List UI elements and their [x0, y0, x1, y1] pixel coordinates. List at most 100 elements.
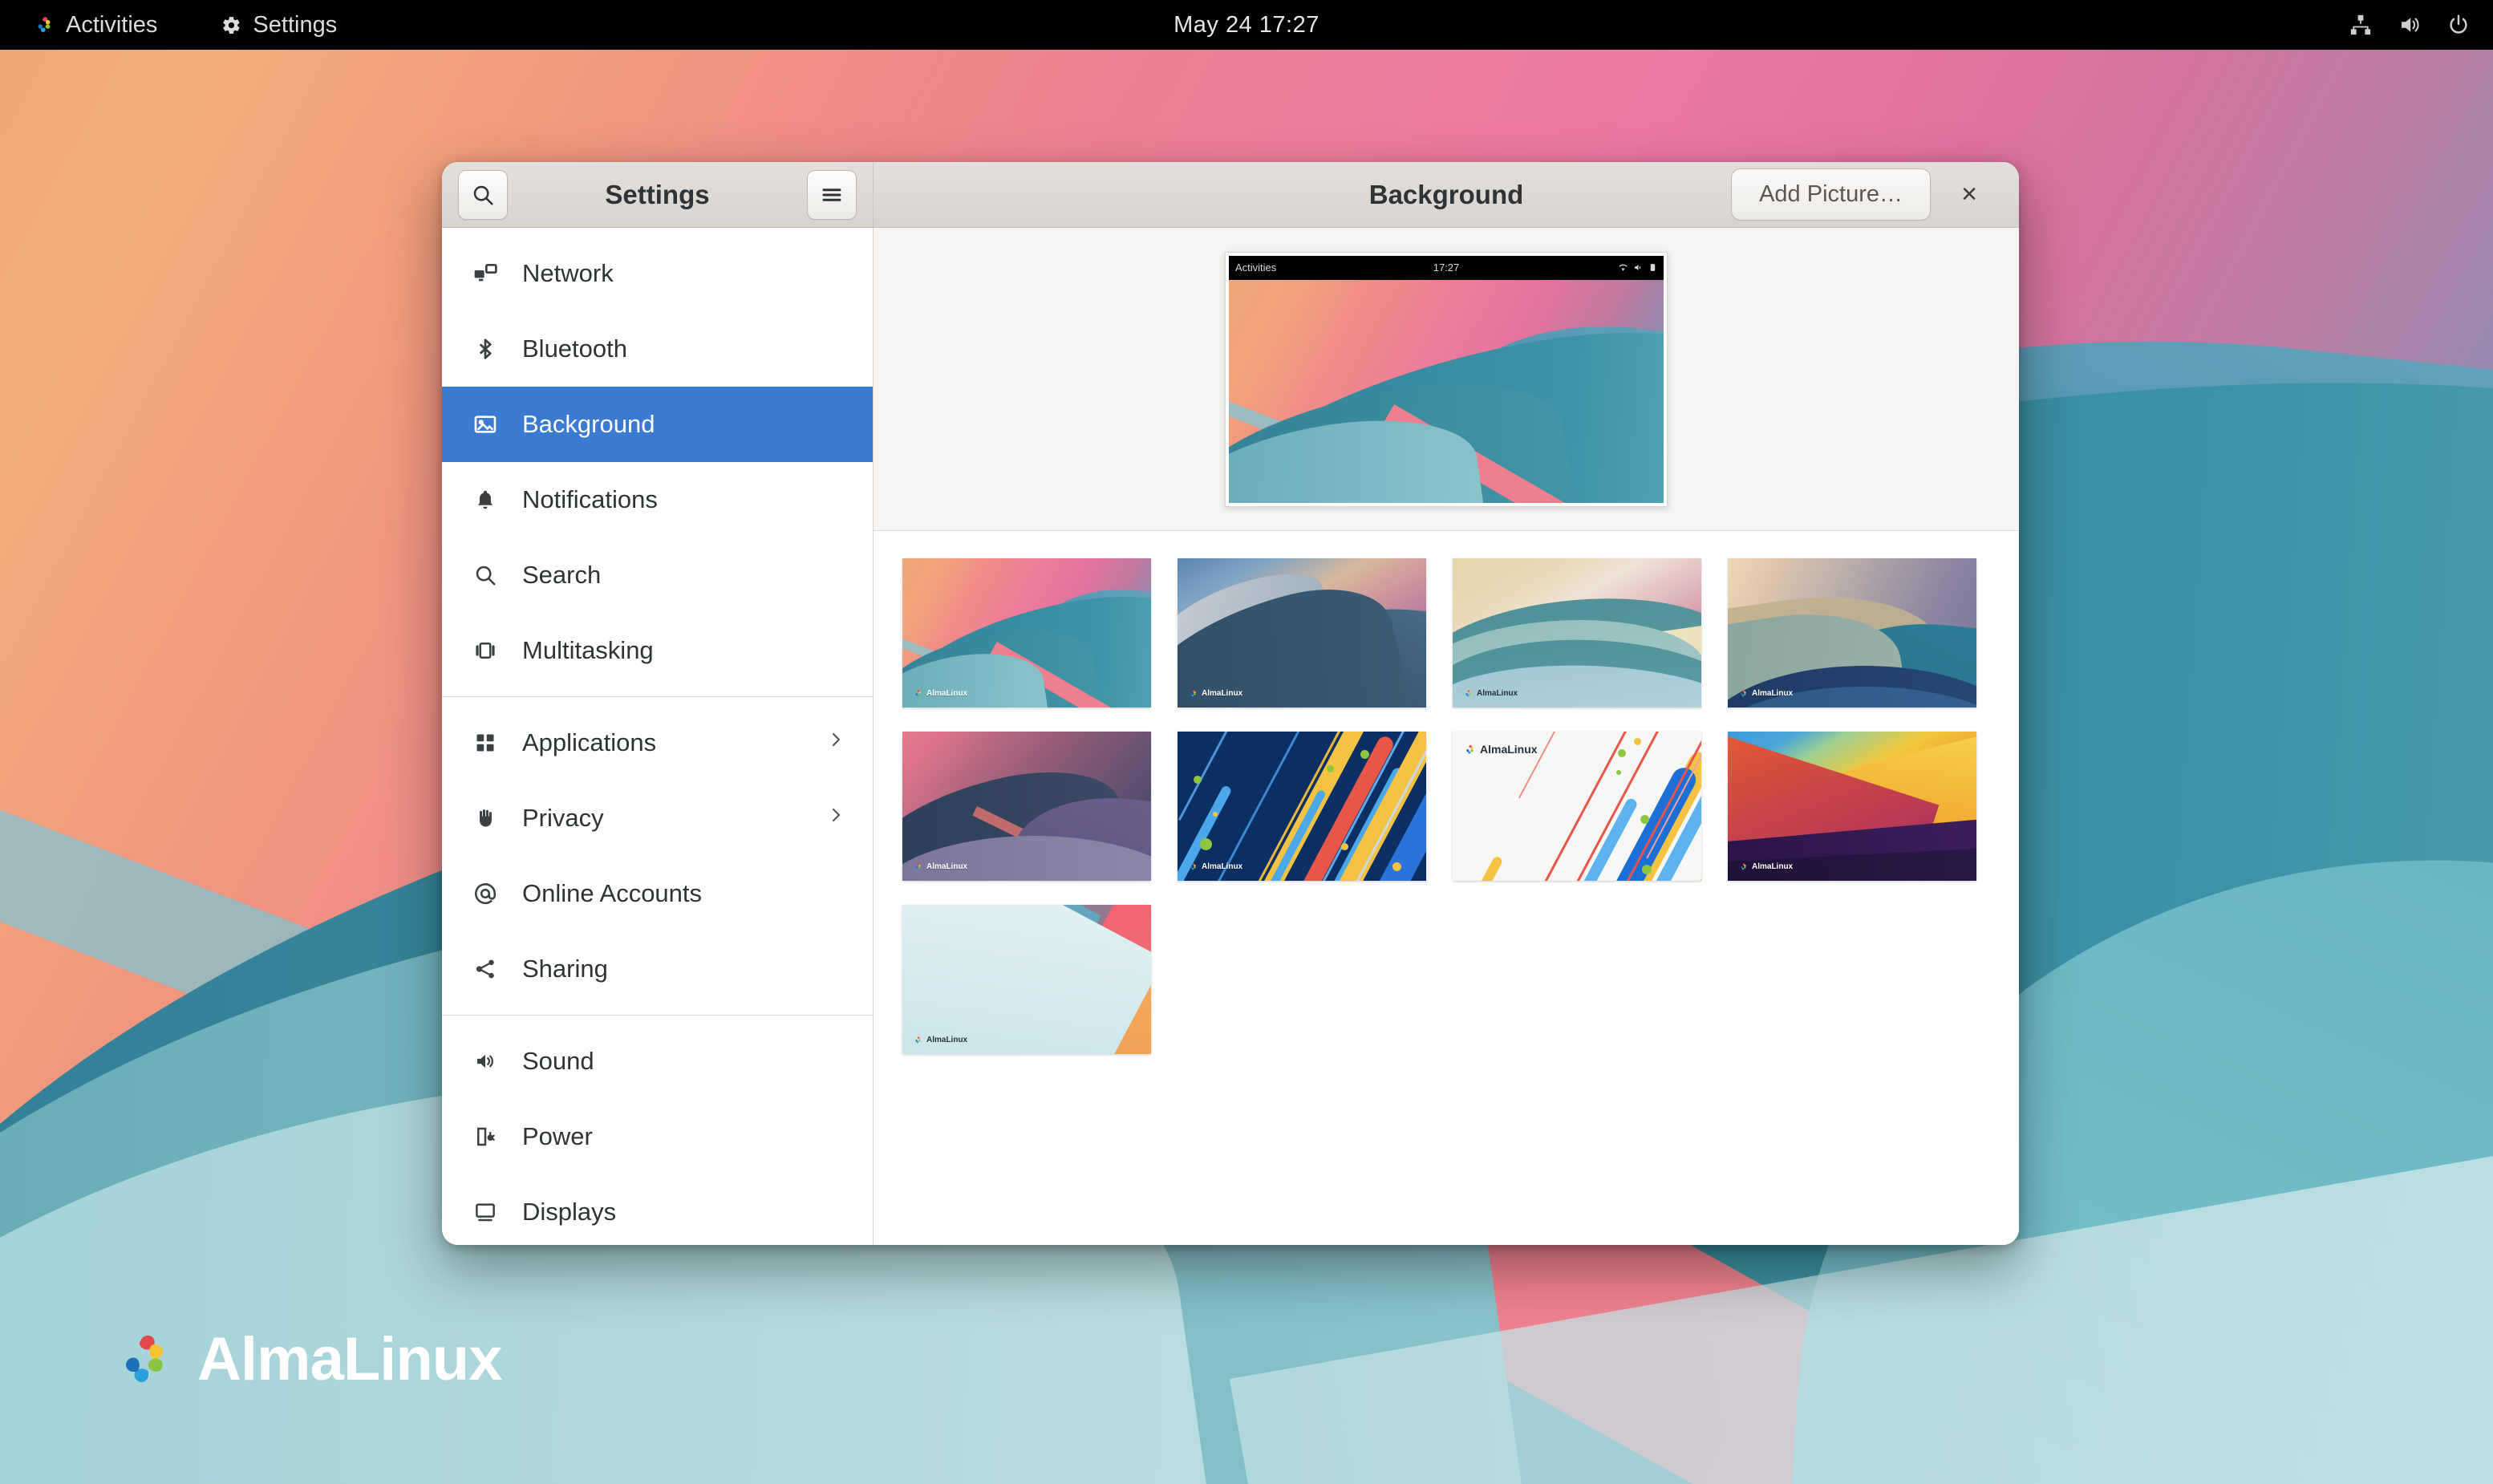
battery-power-icon	[469, 1125, 501, 1149]
sidebar-item-label: Sharing	[522, 955, 845, 983]
thumb-watermark: AlmaLinux	[1189, 862, 1242, 871]
thumb-watermark-label: AlmaLinux	[1202, 862, 1242, 871]
preview-clock: 17:27	[1229, 262, 1664, 274]
background-preview-area: Activities 17:27	[874, 228, 2019, 531]
sidebar-item-sound[interactable]: Sound	[442, 1024, 873, 1099]
power-icon[interactable]	[2446, 13, 2471, 37]
sidebar-item-notifications[interactable]: Notifications	[442, 462, 873, 537]
topbar-activities-button[interactable]: Activities	[24, 7, 167, 43]
preview-wallpaper	[1229, 280, 1664, 503]
close-button[interactable]: ×	[1948, 174, 1990, 216]
thumb-art	[902, 732, 1151, 881]
add-picture-button[interactable]: Add Picture…	[1731, 168, 1931, 221]
wallpaper-thumb-alma-dusk-gold[interactable]: AlmaLinux	[1728, 558, 1976, 708]
titlebar-main-section: Background Add Picture… ×	[874, 162, 2019, 227]
wallpaper-thumb-alma-plum-dusk[interactable]: AlmaLinux	[902, 732, 1151, 881]
multitasking-icon	[469, 639, 501, 663]
sidebar-item-label: Network	[522, 259, 845, 288]
almalinux-icon	[1189, 862, 1198, 871]
window-body: Network Bluetooth Background Notificatio…	[442, 228, 2019, 1245]
search-button[interactable]	[458, 170, 508, 220]
wallpaper-thumb-alma-coral-teal[interactable]: AlmaLinux	[902, 558, 1151, 708]
sidebar-item-label: Applications	[522, 728, 805, 757]
sidebar-item-background[interactable]: Background	[442, 387, 873, 462]
sidebar-item-label: Privacy	[522, 804, 805, 833]
thumb-art	[1178, 732, 1426, 881]
sidebar-item-label: Online Accounts	[522, 879, 845, 908]
topbar-app-label: Settings	[253, 12, 337, 39]
background-panel: Activities 17:27	[874, 228, 2019, 1245]
sidebar-item-sharing[interactable]: Sharing	[442, 931, 873, 1007]
settings-window: Settings Background Add Picture… × Netwo…	[442, 162, 2019, 1245]
wallpaper-thumb-alma-teal-hills[interactable]: AlmaLinux	[1453, 558, 1701, 708]
battery-icon	[1648, 262, 1657, 273]
sidebar-item-network[interactable]: Network	[442, 236, 873, 311]
search-icon	[469, 563, 501, 587]
topbar-app-menu[interactable]: Settings	[212, 7, 347, 43]
sidebar-item-label: Displays	[522, 1198, 845, 1227]
sidebar-separator	[442, 696, 873, 697]
wallpaper-thumb-alma-pastel-diagonal[interactable]: AlmaLinux	[902, 905, 1151, 1054]
thumb-watermark-label: AlmaLinux	[926, 862, 967, 871]
network-icon	[469, 261, 501, 286]
wallpaper-thumb-alma-blue-dunes[interactable]: AlmaLinux	[1178, 558, 1426, 708]
almalinux-icon	[914, 1036, 922, 1044]
thumb-watermark-label: AlmaLinux	[1752, 862, 1793, 871]
gnome-top-bar: Activities Settings May 24 17:27	[0, 0, 2493, 50]
sidebar-item-search[interactable]: Search	[442, 537, 873, 613]
titlebar-sidebar-section: Settings	[442, 162, 874, 227]
thumb-watermark: AlmaLinux	[914, 1036, 967, 1044]
sidebar-item-label: Sound	[522, 1047, 845, 1076]
almalinux-icon	[1739, 689, 1748, 698]
sidebar-item-online-accounts[interactable]: Online Accounts	[442, 856, 873, 931]
hand-icon	[469, 806, 501, 830]
thumb-art	[902, 558, 1151, 708]
thumb-watermark-label: AlmaLinux	[1202, 689, 1242, 698]
wallpaper-thumb-alma-vivid-sunrise[interactable]: AlmaLinux	[1728, 732, 1976, 881]
thumb-watermark: AlmaLinux	[1739, 689, 1793, 698]
desktop-brand-label: AlmaLinux	[197, 1324, 502, 1394]
bluetooth-icon	[469, 336, 501, 362]
almalinux-logo-icon	[112, 1328, 176, 1392]
hamburger-menu-icon	[820, 183, 844, 207]
sidebar-item-label: Multitasking	[522, 636, 845, 665]
thumb-watermark: AlmaLinux	[914, 689, 967, 698]
sidebar-separator	[442, 1015, 873, 1016]
thumb-watermark: AlmaLinux	[1464, 743, 1538, 756]
main-menu-button[interactable]	[807, 170, 857, 220]
topbar-activities-label: Activities	[66, 12, 157, 39]
sidebar-item-displays[interactable]: Displays	[442, 1174, 873, 1245]
preview-top-bar: Activities 17:27	[1229, 256, 1664, 280]
almalinux-icon	[1464, 744, 1476, 756]
sidebar-item-label: Power	[522, 1122, 845, 1151]
thumb-art	[1728, 732, 1976, 881]
thumb-art	[1453, 558, 1701, 708]
sidebar-item-power[interactable]: Power	[442, 1099, 873, 1174]
sidebar-item-privacy[interactable]: Privacy	[442, 781, 873, 856]
sidebar-item-label: Bluetooth	[522, 335, 845, 363]
sidebar-item-bluetooth[interactable]: Bluetooth	[442, 311, 873, 387]
sidebar-item-label: Background	[522, 410, 845, 439]
volume-icon[interactable]	[2397, 13, 2422, 37]
sidebar-item-multitasking[interactable]: Multitasking	[442, 613, 873, 688]
thumb-watermark-label: AlmaLinux	[926, 1036, 967, 1044]
window-titlebar: Settings Background Add Picture… ×	[442, 162, 2019, 228]
sidebar-item-applications[interactable]: Applications	[442, 705, 873, 781]
desktop-preview[interactable]: Activities 17:27	[1225, 252, 1668, 507]
window-title: Settings	[508, 180, 807, 210]
thumb-watermark: AlmaLinux	[1464, 689, 1518, 698]
volume-icon	[1633, 262, 1644, 273]
thumb-watermark-label: AlmaLinux	[1752, 689, 1793, 698]
thumb-watermark-label: AlmaLinux	[926, 689, 967, 698]
wallpaper-thumb-alma-celebration-light[interactable]: AlmaLinux	[1453, 732, 1701, 881]
wallpaper-thumb-alma-celebration-dark[interactable]: AlmaLinux	[1178, 732, 1426, 881]
thumb-watermark-label: AlmaLinux	[1477, 689, 1518, 698]
almalinux-icon	[914, 862, 922, 871]
network-wired-icon[interactable]	[2349, 13, 2373, 37]
almalinux-icon	[1739, 862, 1748, 871]
topbar-clock[interactable]: May 24 17:27	[0, 12, 2493, 39]
almalinux-icon	[914, 689, 922, 698]
preview-desktop-area: AlmaLinux	[1229, 280, 1664, 503]
at-sign-icon	[469, 881, 501, 906]
chevron-right-icon	[826, 804, 845, 833]
